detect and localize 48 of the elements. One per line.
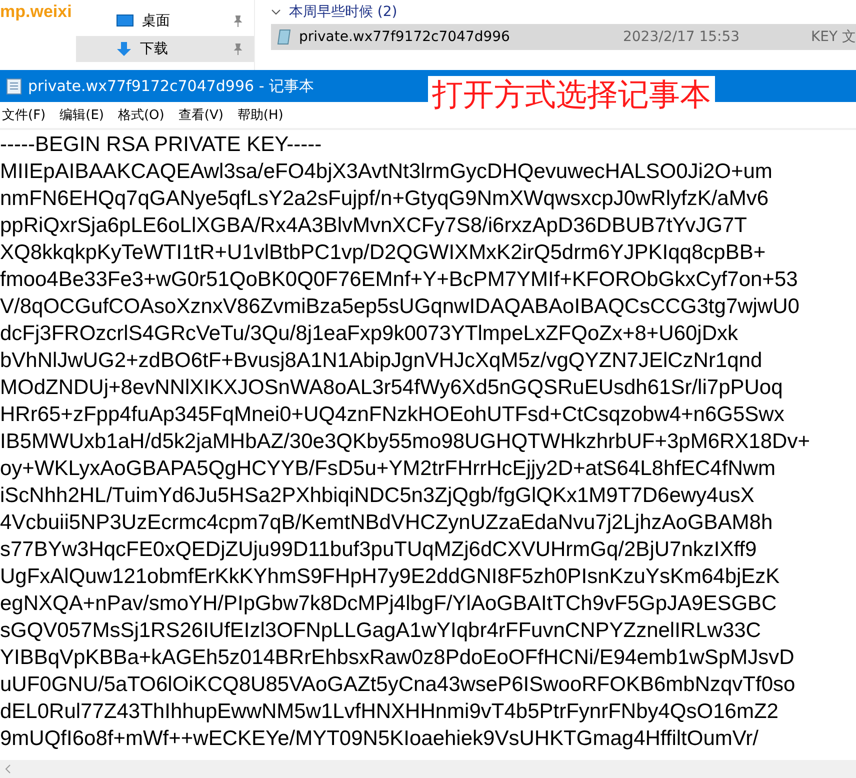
file-type: KEY 文 [810, 28, 856, 46]
text-line: dEL0Rul77Z43ThIhhupEwwNM5w1LvfHNXHHnmi9vT4b5PtrFynrFNby4QsO16mZ2 [0, 699, 780, 725]
group-header[interactable]: 本周早些时候 (2) [270, 0, 856, 24]
text-line: s77BYw3HqcFE0xQEDjZUju99D11buf3puTUqMZj6dCXVUHrmGq/2BjU7nkzIXff9 [0, 537, 758, 563]
text-line: iScNhh2HL/TuimYd6Ju5HSa2PXhbiqiNDC5n3ZjQgb/fgGlQKx1M9T7D6ewy4usX [0, 483, 756, 509]
text-line: UgFxAlQuw121obmfErKkKYhmS9FHpH7y9E2ddGNI8F5zh0PIsnKzuYsKm64bjEzK [0, 564, 781, 590]
text-line: sGQV057MsSj1RS26IUfEIzl3OFNpLLGagA1wYIqbr4rFFuvnCNPYZznelIRLw33C [0, 618, 762, 644]
sidebar-item[interactable]: 下载 [76, 36, 254, 62]
window-title: private.wx77f9172c7047d996 - 记事本 [28, 76, 314, 96]
menu-item[interactable]: 帮助(H) [235, 106, 286, 124]
file-row[interactable]: private.wx77f9172c7047d996 2023/2/17 15:53 KEY 文 [270, 24, 856, 50]
download-arrow-icon [116, 41, 132, 57]
sidebar-item[interactable]: 桌面 [76, 8, 254, 34]
scroll-left-icon[interactable] [4, 764, 12, 774]
text-line: V/8qOCGufCOAsoXznxV86ZvmiBza5ep5sUGqnwIDAQABAoIBAQCsCCG3tg7wjwU0 [0, 294, 800, 320]
pin-icon[interactable] [232, 43, 244, 55]
text-line: ppRiQxrSja6pLE6oLlXGBA/Rx4A3BlvMvnXCFy7S8/i6rxzApD36DBUB7tYvJG7T [0, 213, 748, 239]
text-line: bVhNlJwUG2+zdBO6tF+Bvusj8A1N1AbipJgnVHJcXqM5z/vgQYZN7JElCzNr1qnd [0, 348, 764, 374]
text-line: YIBBqVpKBBa+kAGEh5z014BRrEhbsxRaw0z8PdoEoOFfHCNi/E94emb1wSpMJsvD [0, 645, 796, 671]
file-name: private.wx77f9172c7047d996 [298, 29, 511, 45]
horizontal-scrollbar[interactable] [0, 760, 856, 778]
text-line: MIIEpAIBAAKCAQEAwl3sa/eFO4bjX3AvtNt3lrmGycDHQevuwecHALSO0Ji2O+um [0, 159, 774, 185]
chevron-icon [270, 9, 281, 15]
desktop-icon [116, 14, 134, 28]
text-line: dcFj3FROzcrlS4GRcVeTu/3Qu/8j1eaFxp9k0073YTlmpeLxZFQoZx+8+U60jDxk [0, 321, 740, 347]
sidebar-label: 桌面 [142, 12, 170, 30]
notepad-icon [6, 77, 22, 95]
text-line: 9mUQfI6o8f+mWf++wECKEYe/MYT09N5KIoaehiek9VsUHKTGmag4HffiltOumVr/ [0, 726, 760, 752]
text-line: IB5MWUxb1aH/d5k2jaMHbAZ/30e3QKby55mo98UGHQTWHkzhrbUF+3pM6RX18Dv+ [0, 429, 811, 455]
text-line: fmoo4Be33Fe3+wG0r51QoBK0Q0F76EMnf+Y+BcPM7YMIf+KFORObGkxCyf7on+53 [0, 267, 799, 293]
text-line: nmFN6EHQq7qGANye5qfLsY2a2sFujpf/n+GtyqG9NmXWqwsxcpJ0wRlyfzK/aMv6 [0, 186, 770, 212]
menu-item[interactable]: 查看(V) [176, 106, 226, 124]
text-line: oy+WKLyxAoGBAPA5QgHCYYB/FsD5u+YM2trFHrrHcEjjy2D+atS64L8hfEC4fNwm [0, 456, 777, 482]
text-line: XQ8kkqkpKyTeWTI1tR+U1vlBtbPC1vp/D2QGWIXMxK2irQ5drm6YJPKIqq8cpBB+ [0, 240, 767, 266]
menu-item[interactable]: 文件(F) [0, 106, 48, 124]
text-line: HRr65+zFpp4fuAp345FqMnei0+UQ4znFNzkHOEohUTFsd+CtCsqzobw4+n6G5Swx [0, 402, 786, 428]
text-line: uUF0GNU/5aTO6lOiKCQ8U85VAoGAZt5yCna43wseP6ISwooRFOKB6mbNzqvTf0so [0, 672, 796, 698]
file-date: 2023/2/17 15:53 [622, 29, 741, 45]
text-line: 4Vcbuii5NP3UzEcrmc4cpm7qB/KemtNBdVHCZynUZzaEdaNvu7j2LjhzAoGBAM8h [0, 510, 774, 536]
url-text: mp.weixi [0, 2, 72, 21]
menu-item[interactable]: 编辑(E) [58, 106, 106, 124]
pin-icon[interactable] [232, 15, 244, 27]
text-line: MOdZNDUj+8evNNlXIKXJOSnWA8oAL3r54fWy6Xd5nGQSRuEUsdh61Sr/li7pPUoq [0, 375, 784, 401]
sidebar-label: 下载 [140, 40, 168, 58]
text-line: egNXQA+nPav/smoYH/PIpGbw7k8DcMPj4lbgF/YlAoGBAItTCh9vF5GpJA9ESGBC [0, 591, 778, 617]
file-icon [276, 29, 293, 45]
text-line: -----BEGIN RSA PRIVATE KEY----- [0, 132, 323, 158]
menu-item[interactable]: 格式(O) [116, 106, 166, 124]
